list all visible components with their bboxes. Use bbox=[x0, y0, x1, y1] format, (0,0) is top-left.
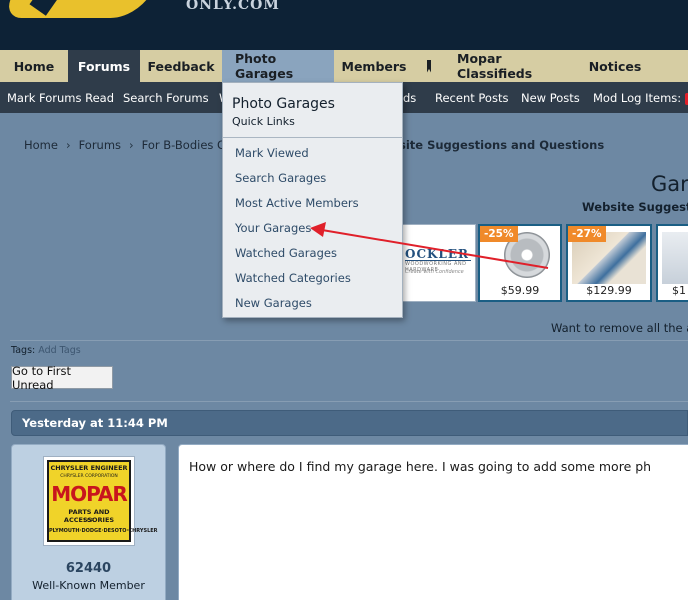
site-logo-shape[interactable] bbox=[4, 0, 156, 18]
subnav-new-posts[interactable]: New Posts bbox=[521, 91, 580, 105]
breadcrumb-forums[interactable]: Forums bbox=[79, 138, 121, 152]
dropdown-item-watched-categories[interactable]: Watched Categories bbox=[235, 271, 351, 285]
nav-tab-feedback[interactable]: Feedback bbox=[140, 50, 222, 82]
avatar-brand: MOPAR bbox=[51, 482, 128, 506]
go-to-first-unread-button[interactable]: Go to First Unread bbox=[11, 364, 113, 392]
ad-price: $129.99 bbox=[586, 284, 632, 297]
site-header: ONLY.COM bbox=[0, 0, 688, 50]
ad-rockler-banner[interactable]: OCKLER WOODWORKING AND HARDWARE Create w… bbox=[400, 224, 476, 302]
post-date[interactable]: Yesterday at 11:44 PM bbox=[22, 416, 168, 430]
site-logo-text[interactable]: ONLY.COM bbox=[186, 0, 280, 13]
subnav-mod-log-items[interactable]: Mod Log Items:5 bbox=[593, 91, 688, 105]
section-divider bbox=[10, 340, 688, 341]
primary-nav: Home Forums Feedback Photo Garages Membe… bbox=[0, 50, 688, 82]
subnav-recent-posts[interactable]: Recent Posts bbox=[435, 91, 508, 105]
dropdown-title: Photo Garages bbox=[232, 96, 335, 112]
dropdown-item-search-garages[interactable]: Search Garages bbox=[235, 171, 326, 185]
post-message: How or where do I find my garage here. I… bbox=[189, 459, 652, 474]
section-divider bbox=[10, 401, 688, 402]
dropdown-subtitle: Quick Links bbox=[232, 115, 295, 128]
ad-price: $1 bbox=[672, 284, 686, 297]
photo-garages-dropdown: Photo Garages Quick Links Mark Viewed Se… bbox=[222, 82, 403, 318]
mod-log-label: Mod Log Items: bbox=[593, 91, 682, 105]
breadcrumb-forum-category[interactable]: For B-Bodies O bbox=[142, 138, 226, 152]
post-header: Yesterday at 11:44 PM bbox=[11, 410, 688, 436]
thread-tags: Tags: Add Tags bbox=[11, 345, 81, 356]
avatar-line-1: CHRYSLER ENGINEER bbox=[50, 464, 128, 472]
breadcrumb-separator: › bbox=[65, 138, 71, 152]
remove-ads-text[interactable]: Want to remove all the ads bbox=[551, 321, 688, 335]
subnav-search-forums[interactable]: Search Forums bbox=[123, 91, 209, 105]
nav-tab-mopar-classifieds[interactable]: Mopar Classifieds bbox=[444, 50, 576, 82]
ad-card-saw-blade[interactable]: -25% $59.99 bbox=[478, 224, 562, 302]
nav-tab-photo-garages[interactable]: Photo Garages bbox=[222, 50, 334, 82]
dropdown-separator bbox=[223, 137, 402, 138]
ad-discount-badge: -27% bbox=[568, 226, 606, 242]
post-author-title: Well-Known Member bbox=[32, 579, 145, 592]
subnav-mark-forums-read[interactable]: Mark Forums Read bbox=[7, 91, 114, 105]
dropdown-item-mark-viewed[interactable]: Mark Viewed bbox=[235, 146, 309, 160]
ad-discount-badge: -25% bbox=[480, 226, 518, 242]
ad-card-jig[interactable]: -27% $129.99 bbox=[566, 224, 652, 302]
ad-card-partial[interactable]: $1 bbox=[656, 224, 688, 302]
add-tags-link[interactable]: Add Tags bbox=[38, 345, 80, 356]
ad-price: $59.99 bbox=[500, 284, 540, 297]
dropdown-item-your-garages[interactable]: Your Garages bbox=[235, 221, 311, 235]
ad-rockler-slogan: Create with Confidence bbox=[405, 269, 464, 275]
breadcrumb-current-forum[interactable]: site Suggestions and Questions bbox=[399, 138, 604, 152]
nav-tab-members[interactable]: Members bbox=[334, 50, 414, 82]
nav-tab-forums[interactable]: Forums bbox=[68, 50, 140, 82]
nav-tab-bookmarks[interactable] bbox=[414, 50, 444, 82]
dropdown-item-new-garages[interactable]: New Garages bbox=[235, 296, 312, 310]
bookmark-icon bbox=[427, 59, 431, 73]
page-subtitle[interactable]: Website Suggestion bbox=[582, 200, 688, 214]
ad-rockler-brand: OCKLER bbox=[405, 247, 469, 261]
page-title: Gara bbox=[651, 172, 688, 196]
dropdown-item-watched-garages[interactable]: Watched Garages bbox=[235, 246, 337, 260]
post-author-name[interactable]: 62440 bbox=[12, 561, 165, 576]
dropdown-item-most-active-members[interactable]: Most Active Members bbox=[235, 196, 359, 210]
tags-label: Tags: bbox=[11, 345, 36, 356]
avatar[interactable]: CHRYSLER ENGINEER CHRYSLER CORPORATION M… bbox=[43, 456, 158, 546]
subnav-item-partial-2[interactable]: ds bbox=[403, 91, 416, 105]
nav-tab-home[interactable]: Home bbox=[0, 50, 68, 82]
breadcrumb-home[interactable]: Home bbox=[24, 138, 58, 152]
breadcrumb: Home › Forums › For B-Bodies O bbox=[24, 138, 226, 152]
avatar-line-2: CHRYSLER CORPORATION bbox=[60, 474, 118, 479]
breadcrumb-separator: › bbox=[129, 138, 134, 152]
post-author-card: CHRYSLER ENGINEER CHRYSLER CORPORATION M… bbox=[11, 444, 166, 600]
product-image bbox=[662, 232, 688, 284]
post-body: How or where do I find my garage here. I… bbox=[178, 444, 688, 600]
avatar-line-5: PLYMOUTH·DODGE·DESOTO·CHRYSLER bbox=[49, 528, 158, 534]
nav-tab-notices[interactable]: Notices bbox=[576, 50, 654, 82]
mopar-badge-image: CHRYSLER ENGINEER CHRYSLER CORPORATION M… bbox=[47, 460, 158, 542]
avatar-line-4: FOR bbox=[83, 518, 95, 524]
